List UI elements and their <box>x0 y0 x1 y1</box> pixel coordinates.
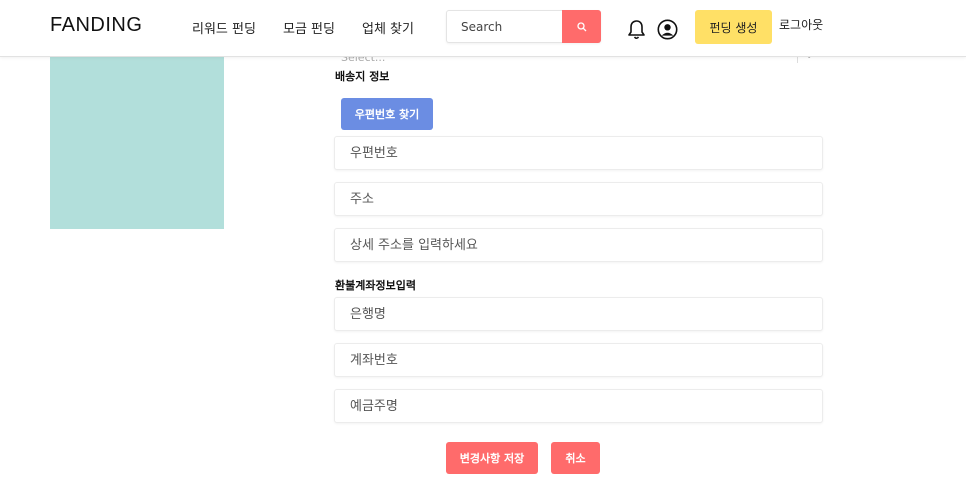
account-number-field <box>334 343 823 377</box>
address-input[interactable] <box>335 183 822 215</box>
search-input[interactable] <box>447 11 564 42</box>
project-thumbnail <box>50 57 224 229</box>
save-changes-button[interactable]: 변경사항 저장 <box>446 442 538 474</box>
nav-find-company[interactable]: 업체 찾기 <box>362 18 414 37</box>
search-icon <box>576 21 586 31</box>
postcode-input[interactable] <box>335 137 822 169</box>
bell-icon[interactable] <box>627 19 646 40</box>
bank-input[interactable] <box>335 298 822 330</box>
shipping-info-title: 배송지 정보 <box>335 70 390 83</box>
postcode-field <box>334 136 823 170</box>
bank-field <box>334 297 823 331</box>
search-box <box>446 10 601 43</box>
address-field <box>334 182 823 216</box>
account-holder-field <box>334 389 823 423</box>
logo[interactable]: FANDING <box>50 14 142 37</box>
account-holder-input[interactable] <box>335 390 822 422</box>
find-postcode-button[interactable]: 우편번호 찾기 <box>341 98 433 130</box>
account-number-input[interactable] <box>335 344 822 376</box>
refund-account-title: 환불계좌정보입력 <box>335 279 416 292</box>
top-header: FANDING 리워드 펀딩 모금 펀딩 업체 찾기 펀딩 생성 로그아웃 <box>0 0 966 57</box>
detail-address-field <box>334 228 823 262</box>
detail-address-input[interactable] <box>335 229 822 261</box>
nav-donation-funding[interactable]: 모금 펀딩 <box>283 18 335 37</box>
user-icon[interactable] <box>657 19 678 40</box>
cancel-button[interactable]: 취소 <box>551 442 600 474</box>
logout-link[interactable]: 로그아웃 <box>779 16 823 33</box>
create-funding-button[interactable]: 펀딩 생성 <box>695 10 772 44</box>
search-button[interactable] <box>562 10 601 43</box>
nav-reward-funding[interactable]: 리워드 펀딩 <box>192 18 256 37</box>
